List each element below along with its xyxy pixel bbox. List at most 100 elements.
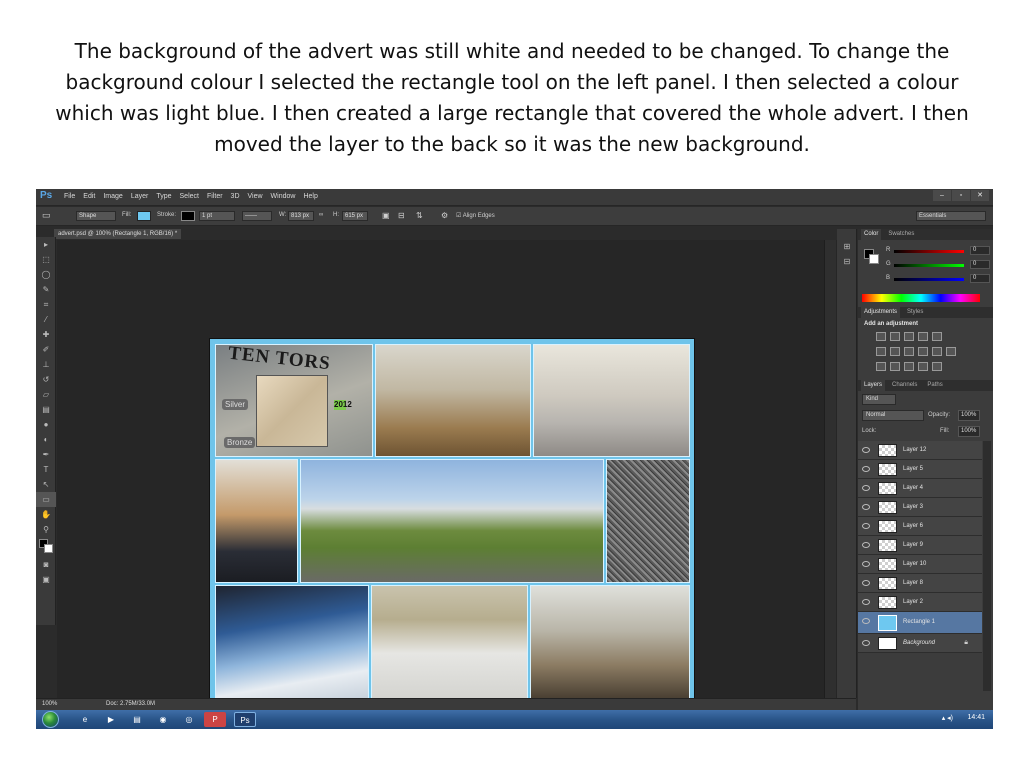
menu-view[interactable]: View: [248, 193, 263, 200]
menu-edit[interactable]: Edit: [83, 193, 95, 200]
hand-tool-icon[interactable]: ✋: [36, 507, 56, 522]
menu-layer[interactable]: Layer: [131, 193, 149, 200]
layer-row[interactable]: Layer 6: [858, 517, 982, 536]
eye-icon[interactable]: [862, 561, 870, 567]
brush-tool-icon[interactable]: ✐: [36, 342, 56, 357]
blur-tool-icon[interactable]: ●: [36, 417, 56, 432]
lasso-tool-icon[interactable]: ◯: [36, 267, 56, 282]
document-tab[interactable]: advert.psd @ 100% (Rectangle 1, RGB/16) …: [54, 229, 182, 239]
volume-icon[interactable]: ▴ ◂): [942, 714, 953, 722]
path-operations-icon[interactable]: ▣: [382, 211, 390, 220]
eye-icon[interactable]: [862, 447, 870, 453]
eye-icon[interactable]: [862, 580, 870, 586]
gear-icon[interactable]: ⚙: [441, 211, 448, 220]
layer-row[interactable]: Layer 12: [858, 441, 982, 460]
selective-color-icon[interactable]: [932, 362, 942, 371]
blue-value[interactable]: 0: [970, 274, 990, 283]
clone-stamp-tool-icon[interactable]: ⊥: [36, 357, 56, 372]
hue-saturation-icon[interactable]: [876, 347, 886, 356]
tab-swatches[interactable]: Swatches: [885, 229, 917, 240]
shape-mode-select[interactable]: Shape: [76, 211, 116, 221]
rectangle-tool-icon[interactable]: ▭: [42, 210, 51, 221]
menu-window[interactable]: Window: [271, 193, 296, 200]
layer-row[interactable]: Layer 2: [858, 593, 982, 612]
layer-row[interactable]: Background 🔒︎: [858, 634, 982, 653]
menu-select[interactable]: Select: [180, 193, 199, 200]
path-alignment-icon[interactable]: ⊟: [398, 211, 405, 220]
layer-row[interactable]: Layer 5: [858, 460, 982, 479]
eye-icon[interactable]: [862, 466, 870, 472]
pen-tool-icon[interactable]: ✒: [36, 447, 56, 462]
start-button[interactable]: [42, 711, 59, 728]
layer-fill-field[interactable]: 100%: [958, 426, 980, 437]
internet-explorer-icon[interactable]: e: [74, 712, 96, 727]
tab-layers[interactable]: Layers: [861, 380, 886, 391]
healing-brush-tool-icon[interactable]: ✚: [36, 327, 56, 342]
curves-icon[interactable]: [904, 332, 914, 341]
media-player-icon[interactable]: ▶: [100, 712, 122, 727]
color-lookup-icon[interactable]: [946, 347, 956, 356]
powerpoint-icon[interactable]: P: [204, 712, 226, 727]
tab-adjustments[interactable]: Adjustments: [861, 307, 901, 318]
menu-3d[interactable]: 3D: [231, 193, 240, 200]
eye-icon[interactable]: [862, 523, 870, 529]
eraser-tool-icon[interactable]: ▱: [36, 387, 56, 402]
color-swatches[interactable]: [36, 537, 56, 557]
green-value[interactable]: 0: [970, 260, 990, 269]
vertical-scrollbar[interactable]: [824, 240, 836, 698]
quick-selection-tool-icon[interactable]: ✎: [36, 282, 56, 297]
restore-button[interactable]: ▫: [952, 190, 970, 201]
browser-icon[interactable]: ◎: [178, 712, 200, 727]
levels-icon[interactable]: [890, 332, 900, 341]
fill-color-swatch[interactable]: [137, 211, 151, 221]
opacity-field[interactable]: 100%: [958, 410, 980, 421]
channel-mixer-icon[interactable]: [932, 347, 942, 356]
color-spectrum[interactable]: [862, 294, 980, 302]
move-tool-icon[interactable]: ▸: [36, 237, 56, 252]
color-balance-icon[interactable]: [890, 347, 900, 356]
taskbar-clock[interactable]: 14:41: [967, 714, 985, 721]
blend-mode-select[interactable]: Normal: [862, 410, 924, 421]
close-button[interactable]: ✕: [971, 190, 989, 201]
posterize-icon[interactable]: [890, 362, 900, 371]
canvas-area[interactable]: TEN TORS Silver Bronze 2012: [57, 240, 837, 704]
dodge-tool-icon[interactable]: ◐: [36, 432, 56, 447]
path-arrangement-icon[interactable]: ⇅: [416, 211, 423, 220]
exposure-icon[interactable]: [918, 332, 928, 341]
eye-icon[interactable]: [862, 504, 870, 510]
menu-type[interactable]: Type: [156, 193, 171, 200]
height-field[interactable]: 615 px: [342, 211, 368, 221]
align-edges-checkbox[interactable]: ☑ Align Edges: [456, 212, 495, 219]
menu-help[interactable]: Help: [303, 193, 317, 200]
red-slider[interactable]: R 0: [886, 246, 991, 256]
gradient-tool-icon[interactable]: ▤: [36, 402, 56, 417]
properties-panel-icon[interactable]: ⊟: [837, 254, 857, 269]
stroke-width-field[interactable]: 1 pt: [199, 211, 235, 221]
photoshop-taskbar-icon[interactable]: Ps: [234, 712, 256, 727]
layer-row[interactable]: Layer 4: [858, 479, 982, 498]
tab-styles[interactable]: Styles: [904, 307, 926, 318]
photo-filter-icon[interactable]: [918, 347, 928, 356]
kind-filter-select[interactable]: Kind: [862, 394, 896, 405]
layers-scrollbar[interactable]: [983, 441, 991, 691]
layer-row[interactable]: Layer 9: [858, 536, 982, 555]
tab-color[interactable]: Color: [861, 229, 882, 240]
menu-image[interactable]: Image: [103, 193, 122, 200]
eye-icon[interactable]: [862, 618, 870, 624]
layer-row[interactable]: Layer 10: [858, 555, 982, 574]
blue-slider[interactable]: B 0: [886, 274, 991, 284]
tab-paths[interactable]: Paths: [924, 380, 945, 391]
threshold-icon[interactable]: [904, 362, 914, 371]
eye-icon[interactable]: [862, 640, 870, 646]
zoom-level[interactable]: 100%: [42, 701, 57, 707]
stroke-type-select[interactable]: ——: [242, 211, 272, 221]
zoom-tool-icon[interactable]: ⚲: [36, 522, 56, 537]
brightness-icon[interactable]: [876, 332, 886, 341]
link-icon[interactable]: ∞: [319, 212, 323, 218]
type-tool-icon[interactable]: T: [36, 462, 56, 477]
history-brush-tool-icon[interactable]: ↺: [36, 372, 56, 387]
green-slider[interactable]: G 0: [886, 260, 991, 270]
file-explorer-icon[interactable]: ▤: [126, 712, 148, 727]
marquee-tool-icon[interactable]: ⬚: [36, 252, 56, 267]
stroke-color-swatch[interactable]: [181, 211, 195, 221]
